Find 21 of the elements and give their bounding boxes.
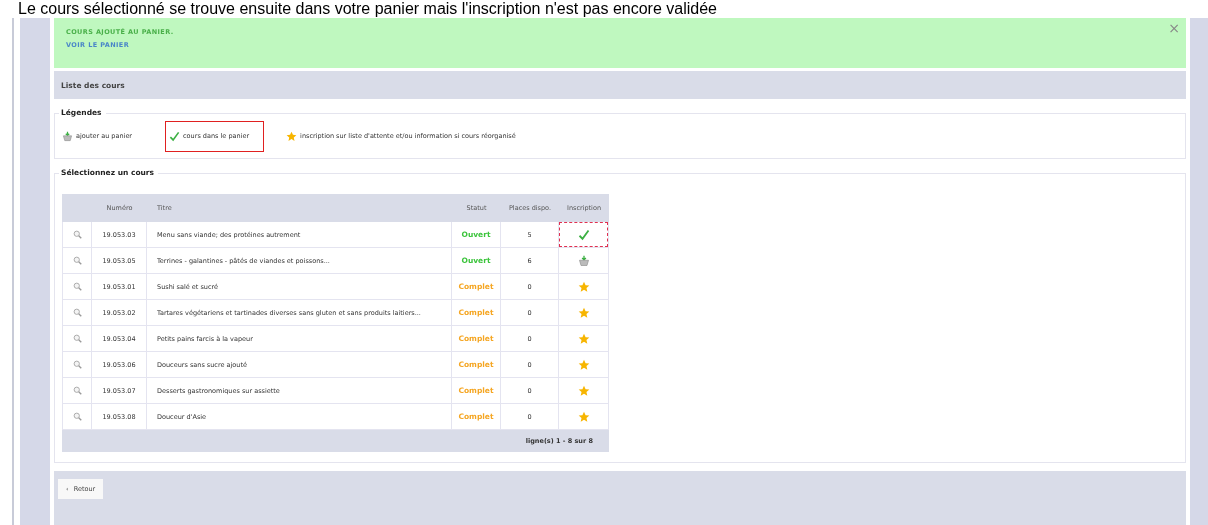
checkmark-icon xyxy=(169,130,181,142)
search-icon[interactable] xyxy=(72,308,82,317)
basket-icon xyxy=(62,130,73,142)
search-icon[interactable] xyxy=(72,386,82,395)
close-button[interactable]: × xyxy=(1168,21,1180,35)
caption-text: Le cours sélectionné se trouve ensuite dans votre panier mais l'inscription n'est pas encore validée xyxy=(17,0,718,18)
search-icon[interactable] xyxy=(72,334,82,343)
search-icon[interactable] xyxy=(72,360,82,369)
checkmark-icon xyxy=(577,228,590,241)
search-icon[interactable] xyxy=(72,412,82,421)
star-icon[interactable] xyxy=(577,306,590,319)
star-icon xyxy=(286,130,298,142)
star-icon[interactable] xyxy=(577,358,590,371)
search-icon[interactable] xyxy=(72,256,82,265)
basket-icon[interactable] xyxy=(577,254,590,267)
star-icon[interactable] xyxy=(577,410,590,423)
search-icon[interactable] xyxy=(72,282,82,291)
search-icon[interactable] xyxy=(72,230,82,239)
star-icon[interactable] xyxy=(577,332,590,345)
star-icon[interactable] xyxy=(577,280,590,293)
star-icon[interactable] xyxy=(577,384,590,397)
